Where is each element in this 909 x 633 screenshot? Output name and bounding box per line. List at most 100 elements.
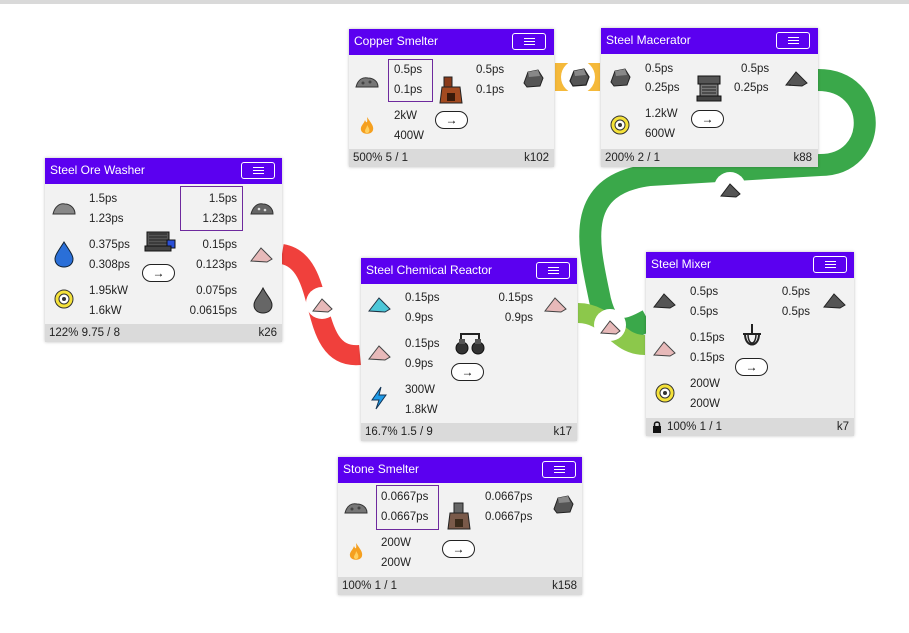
- node-title: Stone Smelter: [343, 462, 420, 476]
- rate-text: 1.5ps: [208, 193, 237, 205]
- node-id: k88: [793, 152, 812, 164]
- rate-text: 0.5ps: [741, 63, 770, 75]
- stone-dust-icon: [251, 286, 275, 314]
- power-text: 300W: [405, 384, 436, 396]
- pink-dust-icon: [249, 242, 275, 266]
- pink-dust-out-icon: [543, 292, 569, 316]
- go-to-button[interactable]: →: [435, 111, 468, 129]
- rate-text: 0.9ps: [405, 312, 434, 324]
- power-text: 400W: [394, 130, 425, 142]
- lock-icon: [653, 421, 661, 433]
- node-title: Steel Chemical Reactor: [366, 263, 493, 277]
- node-id: k102: [524, 152, 549, 164]
- rate-text: 0.5ps: [781, 286, 810, 298]
- steel-ingot-icon: [520, 67, 546, 91]
- power-text: 1.2kW: [645, 108, 678, 120]
- reactor-machine-icon: [455, 330, 485, 358]
- pink-dust-icon: [652, 336, 678, 360]
- lightning-icon: [369, 386, 389, 410]
- menu-button[interactable]: [542, 461, 576, 478]
- node-id: k7: [836, 421, 849, 433]
- rate-text: 0.25ps: [734, 82, 769, 94]
- menu-button[interactable]: [241, 162, 275, 179]
- node-id: k158: [552, 580, 577, 592]
- power-text: 200W: [690, 398, 721, 410]
- rate-text: 0.15ps: [690, 332, 725, 344]
- node-footer: 100% 1 / 1 k7: [646, 418, 854, 436]
- steel-ingot-icon: [550, 493, 576, 517]
- mixer-machine-icon: [740, 322, 764, 354]
- efficiency-text: 16.7% 1.5 / 9: [365, 426, 433, 438]
- rate-text: 0.375ps: [89, 239, 130, 251]
- rate-text: 0.5ps: [690, 306, 719, 318]
- rate-text: 0.5ps: [781, 306, 810, 318]
- efficiency-text: 200% 2 / 1: [605, 152, 660, 164]
- node-steel-ore-washer[interactable]: Steel Ore Washer 1.5ps 1.23ps 1.5ps 1.23…: [45, 158, 282, 342]
- node-id: k26: [258, 327, 277, 339]
- rate-text: 0.15ps: [498, 292, 533, 304]
- node-steel-chemical-reactor[interactable]: Steel Chemical Reactor 0.15ps 0.9ps 0.15…: [361, 258, 577, 441]
- go-to-button[interactable]: →: [735, 358, 768, 376]
- stone-ore-icon: [354, 69, 380, 93]
- power-text: 200W: [690, 378, 721, 390]
- crushed-ore-out-icon: [249, 196, 275, 220]
- menu-button[interactable]: [776, 32, 810, 49]
- rate-text: 0.5ps: [394, 64, 423, 76]
- go-to-button[interactable]: →: [691, 110, 724, 128]
- node-header: Copper Smelter: [349, 29, 554, 55]
- node-header: Steel Ore Washer: [45, 158, 282, 184]
- steel-dust-out-icon: [822, 288, 848, 312]
- smelter-machine-icon: [438, 75, 464, 105]
- energy-gear-icon: [654, 382, 676, 404]
- rate-text: 0.9ps: [504, 312, 533, 324]
- power-text: 1.8kW: [405, 404, 438, 416]
- power-text: 600W: [645, 128, 676, 140]
- power-text: 2kW: [394, 110, 417, 122]
- fire-icon: [346, 541, 366, 563]
- macerator-machine-icon: [695, 73, 723, 103]
- menu-button[interactable]: [813, 256, 847, 273]
- node-title: Copper Smelter: [354, 34, 439, 48]
- rate-text: 0.9ps: [405, 358, 434, 370]
- node-header: Stone Smelter: [338, 457, 582, 483]
- go-to-button[interactable]: →: [451, 363, 484, 381]
- power-text: 1.95kW: [89, 285, 128, 297]
- efficiency-text: 100% 1 / 1: [342, 580, 397, 592]
- node-copper-smelter[interactable]: Copper Smelter 0.5ps 0.1ps 0.5ps 0.1ps 2…: [349, 29, 554, 167]
- rate-text: 0.5ps: [476, 64, 505, 76]
- node-footer: 200% 2 / 1 k88: [601, 149, 818, 167]
- rate-text: 0.0667ps: [381, 511, 429, 523]
- rate-text: 0.0615ps: [189, 305, 237, 317]
- node-footer: 100% 1 / 1 k158: [338, 577, 582, 595]
- crushed-ore-icon: [51, 196, 77, 220]
- rate-text: 0.5ps: [690, 286, 719, 298]
- menu-button[interactable]: [536, 262, 570, 279]
- rate-text: 0.15ps: [405, 338, 440, 350]
- smelter-machine-icon: [446, 501, 472, 531]
- efficiency-text: 500% 5 / 1: [353, 152, 408, 164]
- node-footer: 500% 5 / 1 k102: [349, 149, 554, 167]
- efficiency-text: 100% 1 / 1: [667, 421, 722, 433]
- water-drop-icon: [53, 240, 75, 268]
- rate-text: 0.5ps: [645, 63, 674, 75]
- energy-gear-icon: [609, 114, 631, 136]
- go-to-button[interactable]: →: [142, 264, 175, 282]
- steel-ingot-icon: [607, 66, 633, 90]
- node-stone-smelter[interactable]: Stone Smelter 0.0667ps 0.0667ps 0.0667ps…: [338, 457, 582, 595]
- go-to-button[interactable]: →: [442, 540, 475, 558]
- node-title: Steel Mixer: [651, 257, 712, 271]
- node-footer: 122% 9.75 / 8 k26: [45, 324, 282, 342]
- rate-text: 1.5ps: [89, 193, 118, 205]
- power-text: 200W: [381, 557, 412, 569]
- rate-text: 0.1ps: [476, 84, 505, 96]
- node-steel-macerator[interactable]: Steel Macerator 0.5ps 0.25ps 0.5ps 0.25p…: [601, 28, 818, 167]
- menu-button[interactable]: [512, 33, 546, 50]
- cyan-dust-icon: [367, 292, 393, 316]
- rate-text: 0.15ps: [690, 352, 725, 364]
- rate-text: 0.0667ps: [485, 511, 533, 523]
- node-steel-mixer[interactable]: Steel Mixer 0.5ps 0.5ps 0.5ps 0.5ps 0.15…: [646, 252, 854, 436]
- power-text: 200W: [381, 537, 412, 549]
- pink-dust-icon: [367, 340, 393, 364]
- efficiency-text: 122% 9.75 / 8: [49, 327, 120, 339]
- steel-dust-icon: [784, 66, 810, 90]
